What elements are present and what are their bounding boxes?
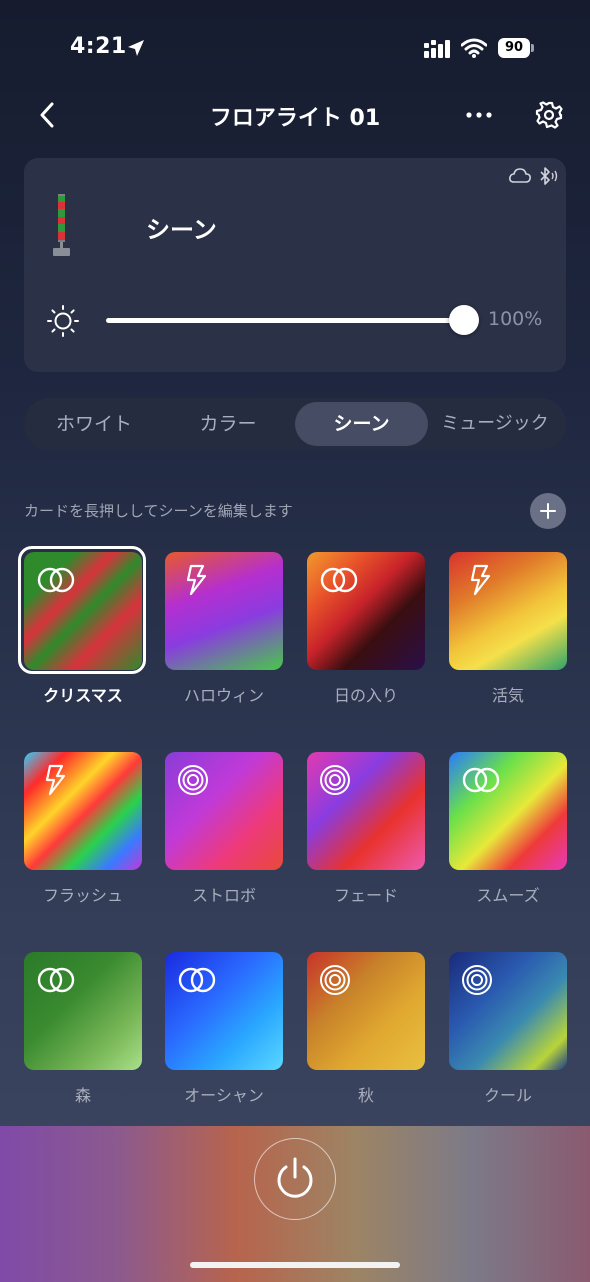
concentric-icon — [177, 764, 217, 796]
brightness-slider-track[interactable] — [106, 318, 466, 323]
scene-card[interactable] — [307, 952, 425, 1070]
rings-icon — [36, 964, 76, 996]
brightness-slider-knob[interactable] — [449, 305, 479, 335]
scene-label: フラッシュ — [42, 886, 123, 905]
scene-card[interactable] — [307, 552, 425, 670]
scene-card[interactable] — [449, 552, 567, 670]
current-mode-label: シーン — [146, 216, 217, 244]
lightning-icon — [36, 764, 76, 796]
scene-label: フェード — [333, 886, 398, 905]
tab-scene[interactable]: シーン — [295, 402, 428, 446]
tab-white[interactable]: ホワイト — [30, 398, 158, 450]
scene-label: オーシャン — [184, 1086, 264, 1105]
scene-label: ストロボ — [191, 886, 256, 905]
location-arrow-icon — [128, 40, 144, 56]
rings-icon — [36, 564, 76, 596]
concentric-icon — [461, 964, 501, 996]
scene-label: クール — [483, 1086, 532, 1105]
tab-music[interactable]: ミュージック — [430, 398, 560, 450]
battery-icon: 90 — [498, 38, 534, 58]
scene-card[interactable] — [165, 952, 283, 1070]
rings-icon — [177, 964, 217, 996]
scene-card[interactable] — [165, 552, 283, 670]
concentric-icon — [319, 964, 359, 996]
scene-label: 森 — [74, 1086, 91, 1105]
scene-label: 日の入り — [333, 686, 398, 705]
lightning-icon — [177, 564, 217, 596]
battery-level: 90 — [498, 38, 530, 58]
scene-label: スムーズ — [476, 886, 540, 905]
lightning-icon — [461, 564, 501, 596]
floor-lamp-icon — [53, 194, 70, 256]
scene-card[interactable] — [307, 752, 425, 870]
tab-color[interactable]: カラー — [164, 398, 292, 450]
edit-hint: カードを長押ししてシーンを編集します — [24, 502, 293, 520]
bluetooth-icon — [540, 167, 558, 185]
page-title: フロアライト 01 — [209, 106, 381, 131]
rings-icon — [461, 764, 501, 796]
brightness-icon — [47, 305, 79, 337]
gear-icon[interactable] — [534, 100, 564, 130]
scene-card[interactable] — [24, 752, 142, 870]
status-time: 4:21 — [70, 34, 127, 59]
scene-card[interactable] — [24, 552, 142, 670]
more-options-icon[interactable] — [462, 104, 496, 126]
power-icon — [277, 1157, 313, 1198]
scene-card[interactable] — [449, 952, 567, 1070]
cellular-signal-icon — [424, 40, 450, 58]
scene-label: 秋 — [357, 1086, 374, 1105]
scene-card[interactable] — [165, 752, 283, 870]
add-scene-button[interactable] — [530, 493, 566, 529]
rings-icon — [319, 564, 359, 596]
scene-label: ハロウィン — [183, 686, 264, 705]
power-button[interactable] — [254, 1138, 336, 1220]
scene-card[interactable] — [449, 752, 567, 870]
cloud-icon — [509, 168, 531, 183]
concentric-icon — [319, 764, 359, 796]
wifi-icon — [461, 38, 487, 58]
device-control-card — [24, 158, 566, 372]
scene-card[interactable] — [24, 952, 142, 1070]
scene-label: 活気 — [491, 686, 524, 705]
home-indicator — [190, 1262, 400, 1268]
scene-label: クリスマス — [43, 686, 123, 705]
brightness-value: 100% — [488, 308, 543, 330]
